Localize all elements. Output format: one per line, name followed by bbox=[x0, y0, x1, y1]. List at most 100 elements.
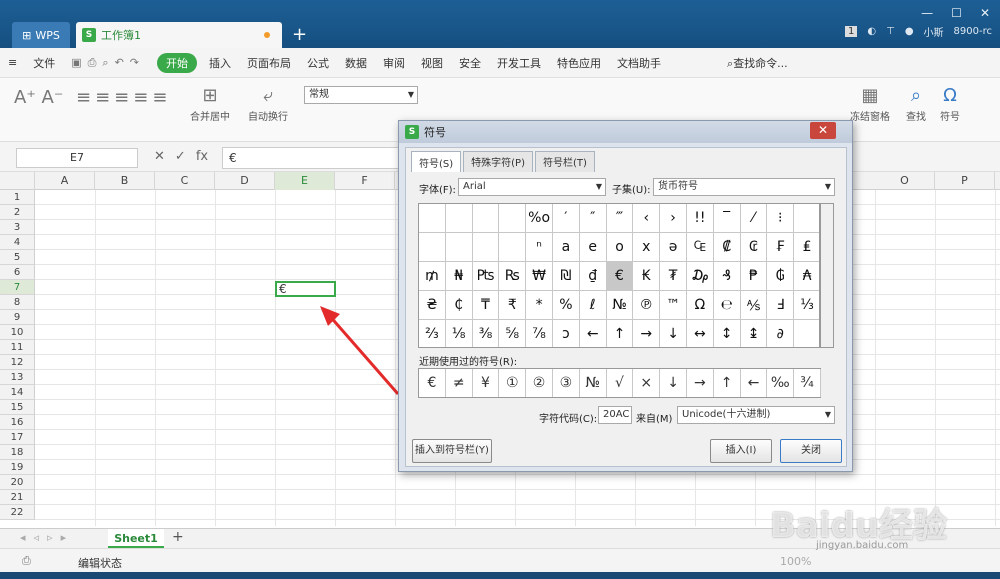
recent-symbol-cell[interactable]: ← bbox=[741, 369, 768, 397]
symbol-cell[interactable]: ™ bbox=[660, 291, 687, 320]
symbol-cell[interactable]: ↕ bbox=[714, 320, 741, 347]
symbol-cell[interactable]: ₵ bbox=[445, 291, 473, 320]
menu-doc-assistant[interactable]: 文档助手 bbox=[609, 55, 669, 71]
recent-symbol-cell[interactable]: ② bbox=[526, 369, 553, 397]
zoom-level[interactable]: 100% bbox=[780, 555, 811, 568]
menu-formula[interactable]: 公式 bbox=[299, 55, 337, 71]
symbol-cell[interactable]: ↔ bbox=[687, 320, 714, 347]
row-header[interactable]: 7 bbox=[0, 280, 35, 295]
quick-access-icons[interactable]: ▣⎙⌕↶↷ bbox=[63, 56, 153, 70]
symbol-cell[interactable]: ′ bbox=[552, 204, 580, 233]
hamburger-icon[interactable]: ≡ bbox=[0, 56, 25, 69]
dialog-close-button[interactable]: ✕ bbox=[810, 122, 836, 139]
symbol-cell[interactable]: ⅛ bbox=[446, 320, 473, 347]
symbol-grid-scrollbar[interactable] bbox=[820, 203, 834, 348]
find-button[interactable]: ⌕ 查找 bbox=[906, 84, 926, 123]
username[interactable]: 小斯 bbox=[924, 24, 944, 39]
row-header[interactable]: 17 bbox=[0, 430, 35, 445]
symbol-cell[interactable]: ₲ bbox=[767, 262, 795, 291]
wrap-text-button[interactable]: ⤶ 自动换行 bbox=[248, 84, 288, 123]
minimize-button[interactable]: — bbox=[921, 6, 933, 20]
symbol-cell[interactable]: Ω bbox=[686, 291, 714, 320]
row-header[interactable]: 2 bbox=[0, 205, 35, 220]
tab-special-chars[interactable]: 特殊字符(P) bbox=[463, 151, 533, 172]
select-all-corner[interactable] bbox=[0, 172, 35, 190]
symbol-cell[interactable]: Ⅎ bbox=[767, 291, 795, 320]
symbol-cell[interactable] bbox=[794, 204, 819, 233]
col-header[interactable]: B bbox=[95, 172, 155, 190]
menu-review[interactable]: 审阅 bbox=[375, 55, 413, 71]
wps-home-tab[interactable]: ⊞ WPS bbox=[12, 22, 70, 48]
maximize-button[interactable]: ☐ bbox=[951, 6, 962, 20]
cell-e7[interactable]: € bbox=[275, 281, 336, 297]
symbol-cell[interactable]: ₧ bbox=[472, 262, 500, 291]
row-header[interactable]: 12 bbox=[0, 355, 35, 370]
symbol-cell[interactable]: ↑ bbox=[607, 320, 634, 347]
workbook-tab[interactable]: S 工作簿1 bbox=[76, 22, 282, 48]
symbol-cell[interactable] bbox=[499, 204, 527, 233]
col-header[interactable]: D bbox=[215, 172, 275, 190]
symbol-cell[interactable]: ℗ bbox=[633, 291, 661, 320]
symbol-cell[interactable]: ₰ bbox=[713, 262, 741, 291]
formula-input[interactable]: € bbox=[222, 147, 402, 169]
tab-symbol-bar[interactable]: 符号栏(T) bbox=[535, 151, 595, 172]
recent-symbol-cell[interactable]: × bbox=[633, 369, 661, 397]
row-header[interactable]: 4 bbox=[0, 235, 35, 250]
sheet-nav-icons[interactable]: ◂◃▹▸ bbox=[20, 531, 74, 544]
symbol-cell[interactable]: ₱ bbox=[740, 262, 768, 291]
symbol-cell[interactable]: ‴ bbox=[606, 204, 634, 233]
menu-features[interactable]: 特色应用 bbox=[549, 55, 609, 71]
symbol-cell[interactable] bbox=[419, 204, 446, 233]
symbol-cell[interactable]: x bbox=[633, 233, 661, 262]
symbol-cell[interactable]: › bbox=[660, 204, 687, 233]
row-header[interactable]: 10 bbox=[0, 325, 35, 340]
cancel-icon[interactable]: ✕ bbox=[154, 149, 165, 164]
symbol-cell[interactable]: ″ bbox=[579, 204, 607, 233]
symbol-cell[interactable]: ₡ bbox=[713, 233, 741, 262]
symbol-cell[interactable]: ₮ bbox=[660, 262, 687, 291]
row-header[interactable]: 18 bbox=[0, 445, 35, 460]
symbol-cell[interactable]: ℓ bbox=[579, 291, 607, 320]
symbol-cell[interactable] bbox=[472, 204, 500, 233]
symbol-cell[interactable]: a bbox=[552, 233, 580, 262]
menu-developer[interactable]: 开发工具 bbox=[489, 55, 549, 71]
font-size-icons[interactable]: A⁺ A⁻ bbox=[14, 86, 63, 110]
symbol-cell[interactable]: № bbox=[606, 291, 634, 320]
col-header[interactable]: C bbox=[155, 172, 215, 190]
char-code-input[interactable]: 20AC bbox=[598, 406, 632, 424]
symbol-cell[interactable]: ⁿ bbox=[526, 233, 553, 262]
symbol-cell[interactable]: ₣ bbox=[767, 233, 795, 262]
symbol-cell[interactable]: ₤ bbox=[794, 233, 819, 262]
symbol-cell[interactable] bbox=[472, 233, 500, 262]
symbol-cell[interactable]: ‾ bbox=[713, 204, 741, 233]
symbol-cell[interactable]: ⅜ bbox=[473, 320, 500, 347]
symbol-button[interactable]: Ω 符号 bbox=[940, 84, 960, 123]
name-box[interactable]: E7 bbox=[16, 148, 138, 168]
symbol-cell[interactable]: ₪ bbox=[552, 262, 580, 291]
subset-select[interactable]: 货币符号 ▼ bbox=[653, 178, 835, 196]
symbol-cell[interactable]: ₩ bbox=[526, 262, 553, 291]
symbol-cell[interactable]: ₫ bbox=[579, 262, 607, 291]
tab-symbols[interactable]: 符号(S) bbox=[411, 151, 462, 172]
recent-symbol-cell[interactable]: ③ bbox=[553, 369, 580, 397]
from-select[interactable]: Unicode(十六进制) ▼ bbox=[677, 406, 835, 424]
symbol-cell[interactable]: ə bbox=[660, 233, 687, 262]
row-header[interactable]: 19 bbox=[0, 460, 35, 475]
symbol-cell[interactable]: ⅍ bbox=[740, 291, 768, 320]
symbol-cell[interactable]: ⅓ bbox=[794, 291, 819, 320]
row-header[interactable]: 13 bbox=[0, 370, 35, 385]
symbol-cell[interactable] bbox=[445, 204, 473, 233]
add-sheet-button[interactable]: + bbox=[172, 529, 184, 545]
symbol-cell[interactable]: %o bbox=[526, 204, 553, 233]
row-header[interactable]: 14 bbox=[0, 385, 35, 400]
symbol-cell[interactable]: ↓ bbox=[660, 320, 687, 347]
row-header[interactable]: 21 bbox=[0, 490, 35, 505]
menu-view[interactable]: 视图 bbox=[413, 55, 451, 71]
number-format-select[interactable]: 常规 ▼ bbox=[304, 86, 418, 104]
symbol-cell[interactable]: o bbox=[606, 233, 634, 262]
menu-security[interactable]: 安全 bbox=[451, 55, 489, 71]
col-header[interactable]: O bbox=[875, 172, 935, 190]
symbol-cell[interactable]: ₴ bbox=[419, 291, 446, 320]
row-header[interactable]: 11 bbox=[0, 340, 35, 355]
sheet-tab[interactable]: Sheet1 bbox=[108, 529, 164, 548]
